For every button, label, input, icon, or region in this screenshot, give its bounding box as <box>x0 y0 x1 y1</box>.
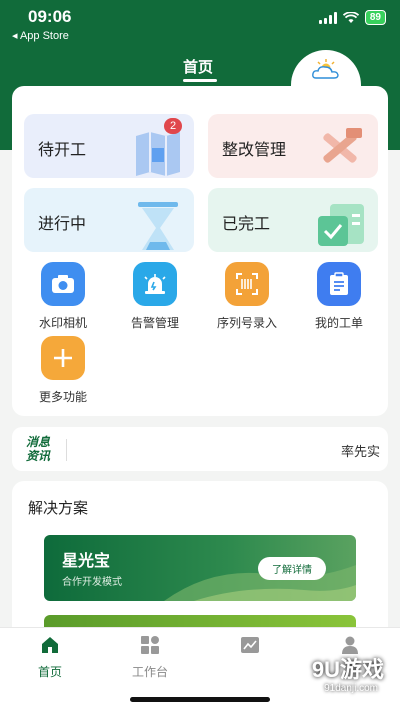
shortcut-label: 水印相机 <box>38 316 87 330</box>
shortcut-label: 告警管理 <box>130 316 179 330</box>
shortcut-watermark-camera[interactable]: 水印相机 <box>23 262 103 331</box>
tab-workbench[interactable]: 工作台 <box>120 636 180 680</box>
cloudy-icon <box>312 59 339 79</box>
solutions-title: 解决方案 <box>28 500 89 517</box>
tab-label: 工作台 <box>131 665 168 679</box>
status-time: 09:06 <box>28 7 72 26</box>
plus-icon <box>41 336 85 380</box>
chart-icon <box>241 637 259 653</box>
shortcut-more-features[interactable]: 更多功能 <box>23 336 103 405</box>
tile-rectification[interactable]: 整改管理 <box>208 114 378 178</box>
tools-icon <box>323 128 362 163</box>
home-indicator <box>130 697 270 702</box>
page-title[interactable]: 首页 <box>183 56 213 77</box>
shortcut-alarm-management[interactable]: 告警管理 <box>115 262 195 331</box>
shortcut-my-orders[interactable]: 我的工单 <box>299 262 379 331</box>
shortcut-label: 我的工单 <box>314 316 363 330</box>
banner-title: 星光宝 <box>62 553 111 570</box>
tab-label: 首页 <box>37 665 62 679</box>
site-watermark: 9U游戏 <box>311 657 384 682</box>
back-to-app-store[interactable]: ◂ App Store <box>12 29 69 42</box>
news-bar[interactable]: 消息 资讯 率先实 <box>12 427 388 471</box>
alarm-icon <box>133 262 177 306</box>
tile-pending[interactable]: 待开工 2 <box>24 114 194 178</box>
shortcut-label: 更多功能 <box>38 390 87 404</box>
tab-statistics[interactable] <box>220 636 280 663</box>
wifi-icon <box>342 11 359 23</box>
shortcut-serial-entry[interactable]: 序列号录入 <box>207 262 287 331</box>
tab-home[interactable]: 首页 <box>20 636 80 680</box>
learn-more-button[interactable]: 了解详情 <box>258 557 326 580</box>
hourglass-icon <box>138 202 178 250</box>
site-watermark-url: 91danji.com <box>324 683 378 694</box>
tile-in-progress-label: 进行中 <box>38 216 87 233</box>
tile-completed[interactable]: 已完工 <box>208 188 378 252</box>
news-logo: 消息 资讯 <box>26 435 50 463</box>
tile-pending-label: 待开工 <box>38 142 87 159</box>
status-bar: 09:06 ◂ App Store 89 <box>0 0 400 44</box>
news-logo-line1: 消息 <box>26 435 51 449</box>
banner-subtitle: 合作开发模式 <box>62 577 122 588</box>
tile-in-progress[interactable]: 进行中 <box>24 188 194 252</box>
news-divider <box>66 439 67 461</box>
scan-icon <box>225 262 269 306</box>
news-logo-line2: 资讯 <box>26 449 51 463</box>
news-ticker[interactable]: 率先实 <box>341 441 380 460</box>
title-underline <box>183 79 217 82</box>
camera-icon <box>41 262 85 306</box>
home-icon <box>42 637 58 653</box>
tile-completed-label: 已完工 <box>222 216 271 233</box>
pending-badge: 2 <box>164 118 182 134</box>
map-icon <box>136 132 180 176</box>
battery-icon: 89 <box>364 10 386 25</box>
checklist-icon <box>318 204 364 246</box>
clipboard-icon <box>317 262 361 306</box>
grid-icon <box>141 636 159 654</box>
solution-banner[interactable]: 星光宝 合作开发模式 了解详情 <box>44 535 356 601</box>
signal-icon <box>318 11 337 24</box>
status-right: 89 <box>318 10 386 25</box>
shortcut-label: 序列号录入 <box>216 316 277 330</box>
tile-rectification-label: 整改管理 <box>222 142 287 159</box>
